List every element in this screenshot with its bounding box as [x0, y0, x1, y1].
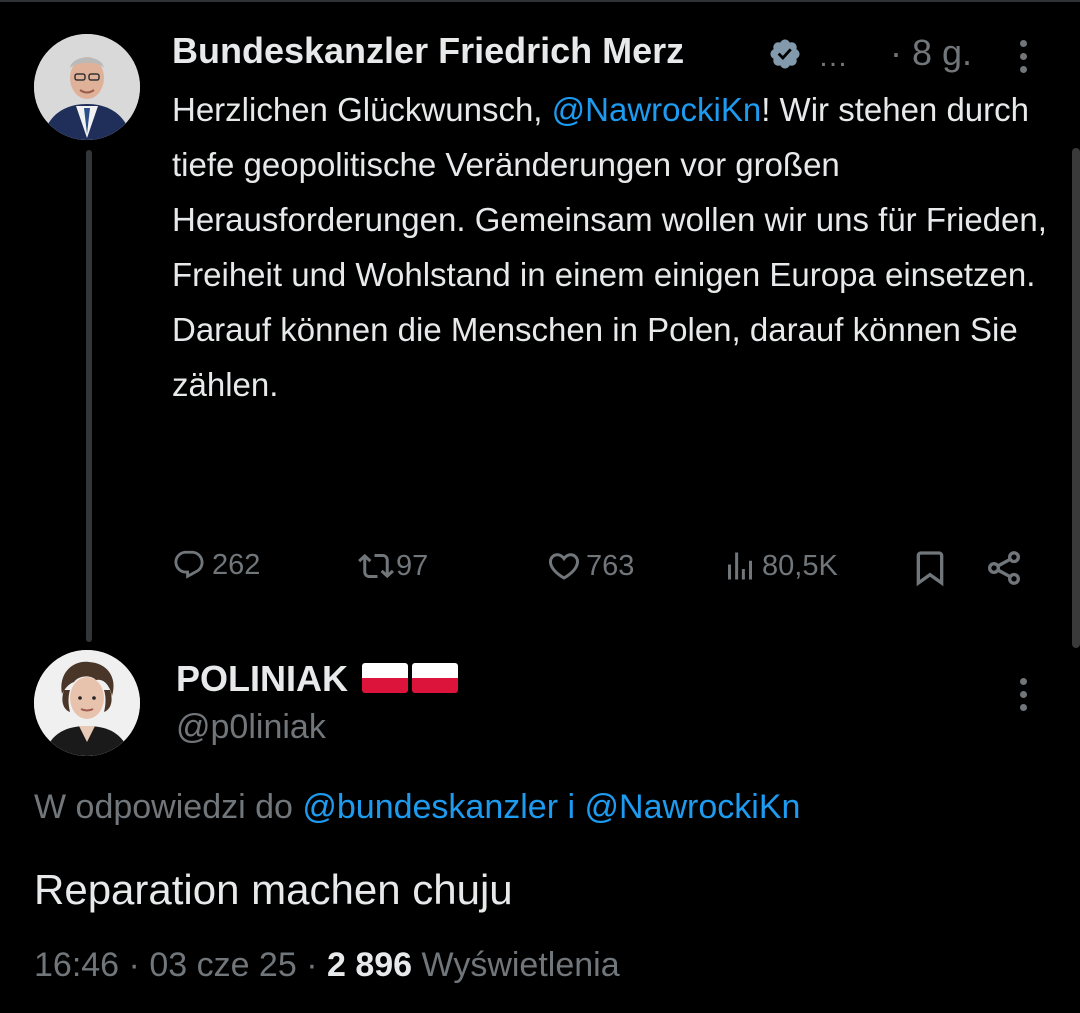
repost-icon: [358, 553, 394, 579]
like-button[interactable]: 763: [546, 548, 634, 584]
post-timestamp[interactable]: · 8 g.: [890, 32, 972, 74]
poliniak-avatar[interactable]: [34, 650, 140, 756]
reply-time[interactable]: 16:46: [34, 946, 119, 984]
reply-views-count: 2 896: [326, 946, 413, 984]
reply-author-name[interactable]: POLINIAK: [176, 658, 459, 700]
post-text: Herzlichen Glückwunsch, @NawrockiKn! Wir…: [172, 82, 1052, 412]
reply-button[interactable]: 262: [172, 548, 260, 582]
reply-author-name-text[interactable]: POLINIAK: [176, 658, 348, 699]
share-icon: [988, 551, 1020, 585]
reply-context: W odpowiedzi do @bundeskanzler i @Nawroc…: [34, 788, 800, 827]
mention-link[interactable]: @NawrockiKn: [552, 91, 762, 128]
merz-portrait: [34, 34, 140, 140]
more-vertical-icon[interactable]: [1020, 40, 1030, 79]
reply-to-user-nawrockikn[interactable]: @NawrockiKn: [585, 788, 801, 826]
reply-date[interactable]: 03 cze 25: [149, 946, 296, 984]
poland-flag-icon: [412, 663, 459, 693]
post-author-name[interactable]: Bundeskanzler Friedrich Merz: [172, 30, 684, 72]
poliniak-portrait: [34, 650, 140, 756]
post-text-rest: ! Wir stehen durch tiefe geopolitische V…: [172, 91, 1047, 403]
thread-connector-line: [86, 150, 92, 642]
post-time-text[interactable]: 8 g.: [912, 32, 972, 73]
poland-flag-icon: [362, 663, 409, 693]
views-icon: [728, 552, 752, 580]
bookmark-icon: [916, 551, 944, 587]
reply-icon: [174, 550, 204, 579]
bookmark-button[interactable]: [910, 548, 950, 588]
name-overflow-ellipsis: …: [818, 40, 848, 73]
repost-button[interactable]: 97: [358, 548, 428, 584]
reply-to-conjunction: i: [567, 788, 576, 826]
like-icon: [548, 553, 580, 580]
reply-to-user-bundeskanzler[interactable]: @bundeskanzler: [302, 788, 558, 826]
reply-meta: 16:46 · 03 cze 25 · 2 896 Wyświetlenia: [34, 946, 620, 984]
reply-to-label: W odpowiedzi do: [34, 788, 293, 826]
more-vertical-icon[interactable]: [1020, 678, 1030, 717]
views-count: 80,5K: [762, 549, 838, 582]
repost-count: 97: [396, 549, 429, 582]
views-button[interactable]: 80,5K: [722, 548, 838, 584]
verified-badge-icon: [770, 39, 800, 69]
reply-text: Reparation machen chuju: [34, 866, 513, 913]
merz-avatar[interactable]: [34, 34, 140, 140]
reply-views-label: Wyświetlenia: [421, 946, 620, 984]
reply-count: 262: [212, 548, 261, 581]
top-divider: [0, 0, 1080, 2]
post-text-prefix: Herzlichen Glückwunsch,: [172, 91, 552, 128]
share-button[interactable]: [984, 548, 1024, 588]
post-author-name-text[interactable]: Bundeskanzler Friedrich Merz: [172, 30, 684, 71]
like-count: 763: [586, 549, 635, 582]
reply-handle[interactable]: @p0liniak: [176, 708, 326, 747]
scrollbar[interactable]: [1072, 148, 1080, 648]
